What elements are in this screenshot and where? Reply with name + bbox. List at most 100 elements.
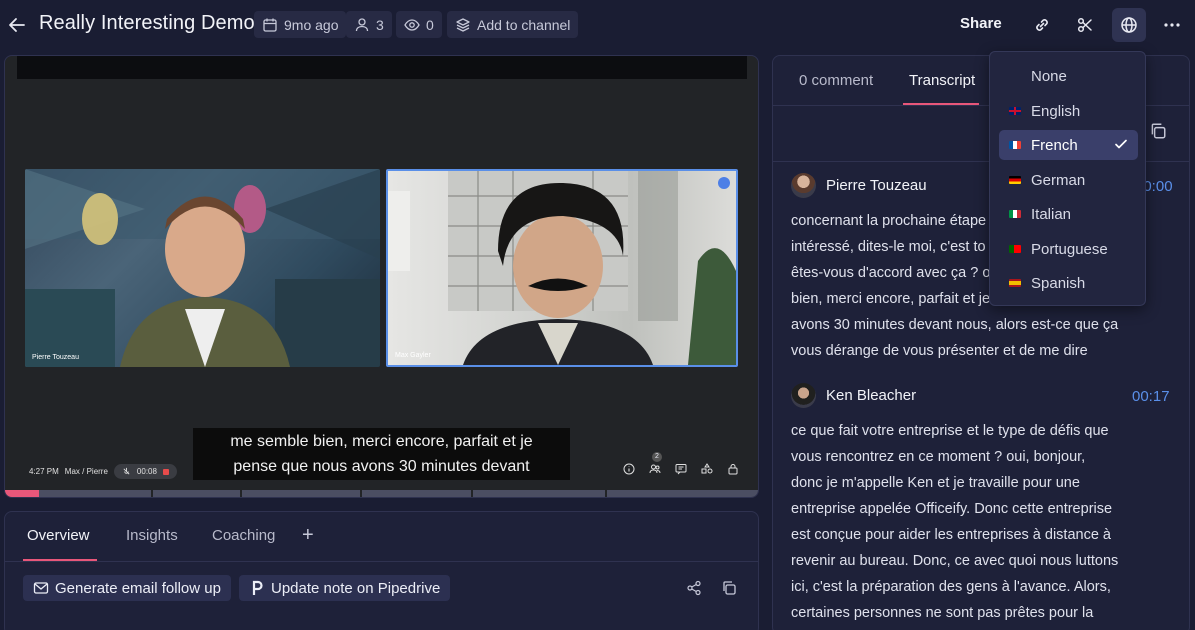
views-chip[interactable]: 0: [396, 11, 442, 38]
people-button[interactable]: 2: [648, 452, 662, 476]
active-tab-indicator: [23, 559, 97, 561]
overview-panel: Overview Insights Coaching + Generate em…: [4, 511, 759, 630]
language-option-english[interactable]: English: [999, 96, 1138, 126]
timestamp-link[interactable]: 00:17: [1132, 388, 1170, 405]
transcript-line: est conçue pour aider les entreprises à …: [791, 527, 1111, 543]
uk-flag-icon: [1009, 107, 1021, 115]
calendar-icon: [263, 18, 277, 32]
info-icon: [623, 463, 635, 475]
lock-icon: [728, 464, 738, 475]
transcript-line: entreprise appelée Officeify. Donc cette…: [791, 501, 1113, 517]
subtitle-caption: me semble bien, merci encore, parfait et…: [193, 428, 570, 480]
language-option-label: German: [1031, 171, 1086, 189]
chapter-marker: [151, 490, 153, 497]
copy-link-button[interactable]: [1025, 8, 1059, 42]
copy-overview-button[interactable]: [719, 578, 739, 598]
participant-name-right: Max Gayler: [395, 352, 431, 359]
stop-recording-icon[interactable]: [162, 468, 169, 475]
active-tab-indicator: [903, 103, 979, 105]
layers-icon: [456, 17, 470, 32]
add-to-channel-label: Add to channel: [477, 16, 571, 33]
person-icon: [355, 17, 369, 31]
clip-button[interactable]: [1068, 8, 1102, 42]
video-progress-bar[interactable]: [5, 490, 758, 497]
copy-icon: [723, 581, 736, 595]
participant-name-left: Pierre Touzeau: [32, 354, 79, 361]
transcript-line: ce que fait votre entreprise et le type …: [791, 423, 1109, 439]
transcript-line: avons 30 minutes devant nous, alors est-…: [791, 317, 1119, 333]
chapter-marker: [471, 490, 473, 497]
chat-button[interactable]: [674, 462, 688, 476]
avatar: [791, 173, 816, 198]
language-option-spanish[interactable]: Spanish: [999, 268, 1138, 298]
views-count: 0: [426, 16, 434, 33]
link-icon: [1036, 19, 1048, 31]
language-dropdown: None English French German Italian Portu…: [989, 51, 1146, 306]
participant-left-video-icon: [25, 169, 380, 367]
speaker-header: Pierre Touzeau: [791, 173, 927, 198]
generate-email-button[interactable]: Generate email follow up: [23, 575, 231, 601]
language-option-label: Portuguese: [1031, 240, 1108, 258]
language-option-italian[interactable]: Italian: [999, 199, 1138, 229]
language-option-french[interactable]: French: [999, 130, 1138, 160]
transcript-paragraph: ce que fait votre entreprise et le type …: [791, 418, 1151, 626]
video-letterbox: [17, 56, 747, 79]
transcript-line: vous dérange de vous présenter et de me …: [791, 343, 1088, 359]
language-option-label: English: [1031, 102, 1081, 120]
copy-transcript-button[interactable]: [1149, 122, 1169, 142]
chapter-marker: [240, 490, 242, 497]
share-network-button[interactable]: [684, 578, 704, 598]
transcript-line: vous rencontrez en ce moment ? oui, bonj…: [791, 449, 1086, 465]
add-to-channel-chip[interactable]: Add to channel: [447, 11, 579, 38]
update-pipedrive-button[interactable]: Update note on Pipedrive: [239, 575, 451, 601]
page-title: Really Interesting Demo: [39, 12, 255, 34]
tab-comments[interactable]: 0 comment: [799, 72, 873, 89]
transcript-line: ici, c'est la préparation des gens à l'a…: [791, 579, 1111, 595]
italy-flag-icon: [1009, 210, 1021, 218]
tab-transcript[interactable]: Transcript: [909, 72, 975, 89]
participant-tile-left: Pierre Touzeau: [25, 169, 380, 367]
language-button[interactable]: [1112, 8, 1146, 42]
check-icon: [1115, 139, 1127, 149]
language-option-label: Spanish: [1031, 274, 1086, 292]
shapes-icon: [701, 463, 713, 474]
speaker-header: Ken Bleacher: [791, 383, 916, 408]
mic-off-icon: [123, 467, 130, 475]
recording-pill[interactable]: 00:08: [113, 464, 177, 479]
meeting-info: 4:27 PM Max / Pierre 00:08: [29, 464, 177, 479]
language-option-label: Italian: [1031, 205, 1072, 223]
top-bar: Really Interesting Demo 9mo ago 3 0 Add …: [0, 0, 1195, 50]
spain-flag-icon: [1009, 279, 1021, 287]
arrow-left-icon: [9, 18, 25, 32]
no-flag-icon: [1009, 72, 1021, 80]
tab-coaching[interactable]: Coaching: [212, 527, 275, 544]
more-options-button[interactable]: [1155, 8, 1189, 42]
speaking-indicator-icon: [718, 177, 730, 189]
transcript-line: revenir au bureau. Donc, ce avec quoi no…: [791, 553, 1119, 569]
video-progress-fill: [5, 490, 39, 497]
info-button[interactable]: [622, 462, 636, 476]
video-controls: 2: [622, 452, 740, 476]
date-chip[interactable]: 9mo ago: [254, 11, 347, 38]
tab-overview[interactable]: Overview: [27, 527, 90, 544]
language-option-portuguese[interactable]: Portuguese: [999, 234, 1138, 264]
more-horizontal-icon: [1164, 23, 1180, 27]
participant-tile-right: Max Gayler: [386, 169, 738, 367]
language-option-none[interactable]: None: [999, 61, 1138, 91]
tab-insights[interactable]: Insights: [126, 527, 178, 544]
speaker-name: Ken Bleacher: [826, 387, 917, 404]
video-player[interactable]: Pierre Touzeau Max Gayler me semble bien…: [4, 55, 759, 498]
caption-line-2: pense que nous avons 30 minutes devant: [233, 458, 530, 475]
add-tab-button[interactable]: +: [302, 524, 314, 547]
caption-line-1: me semble bien, merci encore, parfait et…: [230, 433, 533, 450]
participants-chip[interactable]: 3: [346, 11, 392, 38]
back-button[interactable]: [6, 12, 28, 38]
share-button[interactable]: Share: [960, 15, 1002, 32]
chapter-marker: [360, 490, 362, 497]
activities-button[interactable]: [700, 462, 714, 476]
language-option-german[interactable]: German: [999, 165, 1138, 195]
scissors-icon: [1077, 17, 1092, 33]
share-icon: [687, 580, 701, 596]
security-button[interactable]: [726, 462, 740, 476]
chat-icon: [675, 464, 687, 475]
